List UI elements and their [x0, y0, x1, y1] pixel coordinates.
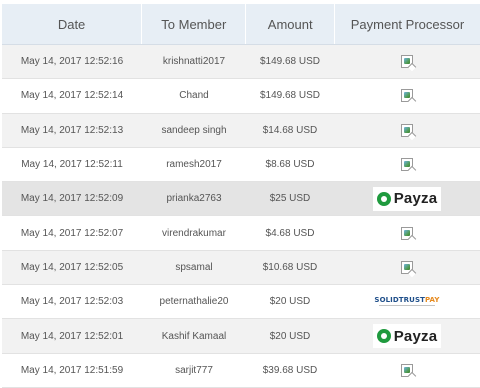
- header-payment-processor[interactable]: Payment Processor: [335, 4, 480, 44]
- table-row[interactable]: May 14, 2017 12:52:05 spsamal $10.68 USD: [2, 250, 480, 286]
- broken-image-icon: [401, 158, 413, 172]
- table-row[interactable]: May 14, 2017 12:51:59 sarjit777 $39.68 USD: [2, 353, 480, 388]
- cell-member: ramesh2017: [166, 159, 222, 171]
- table-row[interactable]: May 14, 2017 12:52:11 ramesh2017 $8.68 USD: [2, 147, 480, 183]
- cell-processor: [334, 45, 480, 78]
- cell-processor: Payza: [334, 319, 480, 352]
- payza-icon: [376, 191, 391, 206]
- broken-image-icon: [401, 260, 413, 274]
- table-row[interactable]: May 14, 2017 12:52:14 Chand $149.68 USD: [2, 79, 480, 114]
- cell-amount: $25 USD: [269, 193, 311, 205]
- cell-amount: $20 USD: [269, 296, 311, 308]
- payza-logo-text: Payza: [393, 327, 438, 345]
- cell-amount: $14.68 USD: [262, 124, 318, 136]
- cell-processor: [334, 79, 480, 112]
- cell-amount: $20 USD: [269, 330, 311, 342]
- cell-amount: $8.68 USD: [265, 159, 315, 171]
- cell-amount: $149.68 USD: [259, 56, 321, 68]
- cell-processor: [334, 354, 480, 387]
- cell-date: May 14, 2017 12:52:05: [20, 261, 124, 273]
- broken-image-icon: [401, 89, 413, 103]
- cell-amount: $10.68 USD: [262, 261, 318, 273]
- payza-logo-text: Payza: [393, 190, 438, 208]
- cell-member: krishnatti2017: [162, 56, 226, 68]
- cell-member: sarjit777: [175, 364, 213, 376]
- cell-member: Kashif Kamaal: [161, 330, 227, 342]
- payments-table: Date To Member Amount Payment Processor …: [2, 4, 480, 388]
- cell-amount: $4.68 USD: [265, 227, 315, 239]
- cell-member: peternathalie20: [159, 296, 229, 308]
- cell-date: May 14, 2017 12:52:07: [20, 227, 124, 239]
- header-to-member[interactable]: To Member: [142, 4, 247, 44]
- cell-processor: [334, 216, 480, 249]
- cell-processor: [334, 251, 480, 284]
- cell-date: May 14, 2017 12:52:03: [20, 296, 124, 308]
- broken-image-icon: [401, 363, 413, 377]
- cell-date: May 14, 2017 12:52:01: [20, 330, 124, 342]
- broken-image-icon: [401, 226, 413, 240]
- stp-logo-text-main: SOLIDTRUST: [374, 296, 425, 305]
- cell-date: May 14, 2017 12:52:11: [21, 159, 123, 171]
- table-row[interactable]: May 14, 2017 12:52:09 prianka2763 $25 USD P…: [2, 182, 480, 217]
- broken-image-icon: [401, 123, 413, 137]
- table-row[interactable]: May 14, 2017 12:52:07 virendrakumar $4.68 …: [2, 216, 480, 251]
- cell-amount: $39.68 USD: [262, 364, 318, 376]
- table-body: May 14, 2017 12:52:16 krishnatti2017 $149.…: [2, 45, 480, 388]
- cell-processor: Payza: [334, 182, 480, 215]
- cell-member: prianka2763: [166, 193, 222, 205]
- stp-logo-text-pay: PAY: [424, 296, 440, 305]
- cell-processor: [334, 114, 480, 147]
- cell-date: May 14, 2017 12:52:13: [20, 124, 124, 136]
- cell-amount: $149.68 USD: [259, 90, 321, 102]
- broken-image-icon: [401, 55, 413, 69]
- table-row[interactable]: May 14, 2017 12:52:13 sandeep singh $14.68…: [2, 113, 480, 148]
- cell-processor: [334, 148, 480, 181]
- table-row[interactable]: May 14, 2017 12:52:16 krishnatti2017 $149.…: [2, 45, 480, 80]
- table-row[interactable]: May 14, 2017 12:52:03 peternathalie20 $20 …: [2, 285, 480, 320]
- cell-date: May 14, 2017 12:52:09: [20, 193, 124, 205]
- solidtrustpay-logo: SOLIDTRUSTPAY: [374, 296, 440, 307]
- table-header: Date To Member Amount Payment Processor: [2, 4, 480, 45]
- cell-member: virendrakumar: [162, 227, 226, 239]
- payza-logo: Payza: [372, 186, 442, 211]
- table-row[interactable]: May 14, 2017 12:52:01 Kashif Kamaal $20 US…: [2, 319, 480, 354]
- cell-processor: SOLIDTRUSTPAY: [334, 285, 480, 318]
- cell-member: sandeep singh: [161, 124, 227, 136]
- cell-date: May 14, 2017 12:52:14: [20, 90, 124, 102]
- cell-date: May 14, 2017 12:52:16: [20, 56, 124, 68]
- payza-icon: [376, 329, 391, 344]
- header-amount[interactable]: Amount: [246, 4, 335, 44]
- cell-date: May 14, 2017 12:51:59: [20, 364, 124, 376]
- payza-logo: Payza: [372, 324, 442, 349]
- cell-member: spsamal: [175, 261, 213, 273]
- cell-member: Chand: [179, 90, 209, 102]
- header-date[interactable]: Date: [2, 4, 143, 44]
